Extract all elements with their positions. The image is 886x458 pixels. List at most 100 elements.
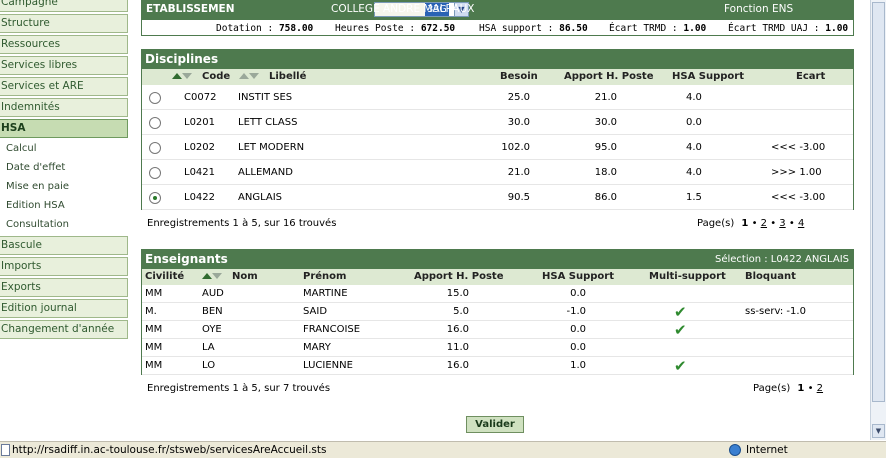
sort-desc-icon[interactable] (249, 73, 259, 79)
sort-asc-icon[interactable] (239, 73, 249, 79)
page-link[interactable]: 3 (779, 218, 785, 229)
sort-nom[interactable] (202, 271, 222, 282)
page-link[interactable]: 4 (798, 218, 804, 229)
menu-item-ressources[interactable]: Ressources (0, 35, 128, 54)
menu-item-exports[interactable]: Exports (0, 278, 128, 297)
cell-nom: LA (202, 342, 215, 353)
ecart-trmd-uaj-value: 1.00 (825, 23, 849, 34)
discipline-row[interactable]: L0421 ALLEMAND 21.0 18.0 4.0 >>> 1.00 (142, 160, 853, 185)
cell-code: L0202 (184, 142, 216, 153)
heures-poste-value: 672.50 (420, 23, 456, 34)
cell-hsa: 0.0 (570, 324, 586, 335)
sort-desc-icon[interactable] (212, 273, 222, 279)
sort-desc-icon[interactable] (182, 73, 192, 79)
cell-apport: 86.0 (594, 192, 617, 203)
menu-item-bascule[interactable]: Bascule (0, 236, 128, 255)
enseignants-column-header: Civilité Nom Prénom Apport H. Poste HSA … (142, 269, 853, 285)
discipline-radio[interactable] (149, 192, 161, 204)
submenu-item-edition-hsa[interactable]: Edition HSA (6, 199, 65, 213)
menu-item-hsa[interactable]: HSA (0, 119, 128, 138)
cell-nom: BEN (202, 306, 223, 317)
selection-label: Sélection : L0422 ANGLAIS (714, 254, 849, 265)
status-bar: http://rsadiff.in.ac-toulouse.fr/stsweb/… (0, 441, 886, 458)
disciplines-pager: Page(s) 1 • 2 • 3 • 4 (697, 218, 805, 229)
page-link[interactable]: 2 (817, 383, 823, 394)
cell-code: L0421 (184, 167, 216, 178)
menu-item-changement-annee[interactable]: Changement d'année (0, 320, 128, 339)
enseignants-panel: Enseignants Sélection : L0422 ANGLAIS Ci… (141, 249, 854, 375)
cell-apport: 16.0 (446, 360, 469, 371)
submenu-item-consultation[interactable]: Consultation (6, 218, 69, 232)
discipline-row[interactable]: L0422 ANGLAIS 90.5 86.0 1.5 <<< -3.00 (142, 185, 853, 210)
valider-button[interactable]: Valider (466, 416, 524, 433)
cell-apport: 21.0 (594, 92, 617, 103)
cell-hsa: 0.0 (686, 117, 702, 128)
cell-hsa: 4.0 (686, 142, 702, 153)
cell-prenom: LUCIENNE (303, 360, 353, 371)
cell-prenom: FRANCOISE (303, 324, 361, 335)
menu-item-imports[interactable]: Imports (0, 257, 128, 276)
sort-asc-icon[interactable] (202, 273, 212, 279)
discipline-radio[interactable] (149, 167, 161, 179)
cell-hsa: 4.0 (686, 92, 702, 103)
enseignant-row[interactable]: MM LA MARY 11.0 0.0 (142, 339, 853, 357)
discipline-radio[interactable] (149, 142, 161, 154)
status-url: http://rsadiff.in.ac-toulouse.fr/stsweb/… (12, 444, 327, 456)
col-apport: Apport H. Poste (564, 71, 654, 82)
menu-item-structure[interactable]: Structure (0, 14, 128, 33)
menu-item-services-et-are[interactable]: Services et ARE (0, 77, 128, 96)
cell-libelle: LET MODERN (238, 142, 305, 153)
col-prenom: Prénom (303, 271, 347, 282)
cell-apport: 16.0 (446, 324, 469, 335)
page-link[interactable]: 2 (761, 218, 767, 229)
cell-code: L0422 (184, 192, 216, 203)
enseignant-row[interactable]: MM OYE FRANCOISE 16.0 0.0 ✔ (142, 321, 853, 339)
sort-code[interactable] (172, 71, 192, 82)
cell-libelle: ANGLAIS (238, 192, 283, 203)
cell-code: L0201 (184, 117, 216, 128)
discipline-radio[interactable] (149, 117, 161, 129)
submenu-item-calcul[interactable]: Calcul (6, 142, 37, 156)
cell-code: C0072 (184, 92, 217, 103)
dotation-value: 758.00 (278, 23, 314, 34)
col-hsa: HSA Support (542, 271, 615, 282)
checkmark-icon: ✔ (674, 357, 687, 375)
cell-prenom: MARY (303, 342, 331, 353)
menu-item-services-libres[interactable]: Services libres (0, 56, 128, 75)
col-hsa: HSA Support (672, 71, 745, 82)
menu-item-edition-journal[interactable]: Edition journal (0, 299, 128, 318)
heures-poste-label: Heures Poste : (335, 23, 416, 34)
security-zone: Internet (746, 444, 788, 456)
col-civilite: Civilité (145, 271, 185, 282)
ecart-trmd-label: Écart TRMD : (609, 23, 678, 34)
discipline-row[interactable]: L0202 LET MODERN 102.0 95.0 4.0 <<< -3.00 (142, 135, 853, 160)
checkmark-icon: ✔ (674, 321, 687, 339)
submenu-item-date-effet[interactable]: Date d'effet (6, 161, 65, 175)
cell-ecart: <<< -3.00 (771, 192, 826, 203)
hsa-support-value: 86.50 (559, 23, 588, 34)
col-bloquant: Bloquant (745, 271, 796, 282)
sort-asc-icon[interactable] (172, 73, 182, 79)
menu-item-campagne[interactable]: Campagne (0, 0, 128, 12)
discipline-row[interactable]: L0201 LETT CLASS 30.0 30.0 0.0 (142, 110, 853, 135)
discipline-radio[interactable] (149, 92, 161, 104)
ecart-trmd-uaj-label: Écart TRMD UAJ : (728, 23, 820, 34)
enseignants-pager: Page(s) 1 • 2 (753, 383, 824, 394)
vertical-scrollbar[interactable]: ▼ (870, 0, 886, 440)
enseignant-row[interactable]: MM LO LUCIENNE 16.0 1.0 ✔ (142, 357, 853, 375)
enseignant-row[interactable]: MM AUD MARTINE 15.0 0.0 (142, 285, 853, 303)
sort-libelle[interactable] (239, 71, 259, 82)
hsa-support-label: HSA support : (479, 23, 554, 34)
menu-item-indemnites[interactable]: Indemnités (0, 98, 128, 117)
discipline-row[interactable]: C0072 INSTIT SES 25.0 21.0 4.0 (142, 85, 853, 110)
cell-apport: 30.0 (594, 117, 617, 128)
scroll-thumb[interactable] (872, 2, 885, 402)
scroll-down-arrow-icon[interactable]: ▼ (872, 424, 885, 438)
cell-nom: LO (202, 360, 216, 371)
enseignant-row[interactable]: M. BEN SAID 5.0 -1.0 ss-serv: -1.0 ✔ (142, 303, 853, 321)
establishment-header: ETABLISSEMEN 33G ▼ COLLEGE ANDRE MALRAUX… (142, 1, 853, 20)
submenu-item-mise-en-paie[interactable]: Mise en paie (6, 180, 69, 194)
col-code: Code (202, 71, 231, 82)
pager-label: Page(s) (753, 383, 791, 394)
ecart-trmd-value: 1.00 (683, 23, 707, 34)
